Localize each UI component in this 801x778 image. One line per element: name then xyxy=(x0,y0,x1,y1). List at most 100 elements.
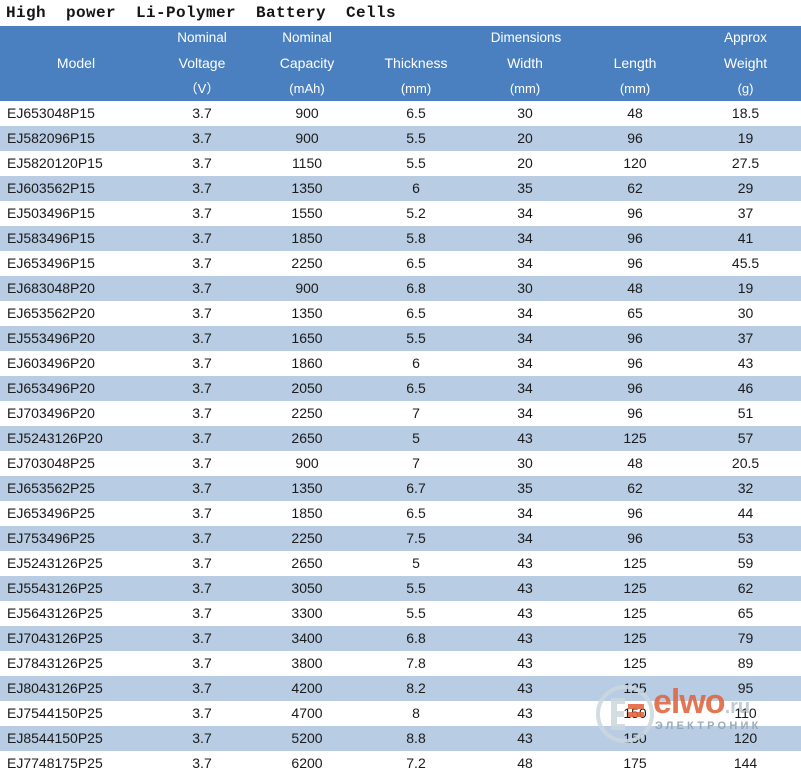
cell-model: EJ5243126P20 xyxy=(0,426,152,451)
cell-width: 34 xyxy=(470,376,580,401)
table-row: EJ5643126P253.733005.54312565 xyxy=(0,601,801,626)
table-row: EJ8544150P253.752008.843150120 xyxy=(0,726,801,751)
cell-model: EJ5543126P25 xyxy=(0,576,152,601)
cell-weight: 95 xyxy=(690,676,801,701)
cell-thickness: 8.8 xyxy=(362,726,470,751)
cell-length: 125 xyxy=(580,651,690,676)
cell-model: EJ653562P25 xyxy=(0,476,152,501)
cell-weight: 18.5 xyxy=(690,101,801,126)
header-unit-blank-model xyxy=(0,76,152,101)
cell-voltage: 3.7 xyxy=(152,501,252,526)
table-row: EJ582096P153.79005.5209619 xyxy=(0,126,801,151)
table-row: EJ753496P253.722507.5349653 xyxy=(0,526,801,551)
cell-thickness: 6.7 xyxy=(362,476,470,501)
cell-width: 43 xyxy=(470,651,580,676)
cell-width: 30 xyxy=(470,101,580,126)
cell-width: 34 xyxy=(470,201,580,226)
cell-length: 96 xyxy=(580,226,690,251)
cell-thickness: 6.8 xyxy=(362,626,470,651)
cell-weight: 32 xyxy=(690,476,801,501)
cell-length: 120 xyxy=(580,151,690,176)
page-root: High power Li-Polymer Battery Cells Nomi… xyxy=(0,0,801,778)
cell-thickness: 5.5 xyxy=(362,126,470,151)
cell-voltage: 3.7 xyxy=(152,351,252,376)
cell-width: 43 xyxy=(470,726,580,751)
cell-width: 48 xyxy=(470,751,580,776)
cell-model: EJ653048P15 xyxy=(0,101,152,126)
table-row: EJ503496P153.715505.2349637 xyxy=(0,201,801,226)
cell-model: EJ7843126P25 xyxy=(0,651,152,676)
cell-length: 175 xyxy=(580,751,690,776)
table-row: EJ653496P153.722506.5349645.5 xyxy=(0,251,801,276)
cell-width: 34 xyxy=(470,326,580,351)
cell-length: 65 xyxy=(580,301,690,326)
cell-length: 150 xyxy=(580,726,690,751)
table-row: EJ703048P253.79007304820.5 xyxy=(0,451,801,476)
cell-voltage: 3.7 xyxy=(152,626,252,651)
cell-thickness: 7.8 xyxy=(362,651,470,676)
cell-length: 125 xyxy=(580,601,690,626)
header-group-blank-model xyxy=(0,26,152,50)
cell-thickness: 8 xyxy=(362,701,470,726)
cell-thickness: 5.5 xyxy=(362,326,470,351)
cell-capacity: 1860 xyxy=(252,351,362,376)
cell-model: EJ7043126P25 xyxy=(0,626,152,651)
header-thickness: Thickness xyxy=(362,50,470,76)
table-row: EJ703496P203.722507349651 xyxy=(0,401,801,426)
header-unit-length: (mm) xyxy=(580,76,690,101)
cell-model: EJ603562P15 xyxy=(0,176,152,201)
table-header-group-row: Nominal Nominal Dimensions Approx xyxy=(0,26,801,50)
cell-weight: 29 xyxy=(690,176,801,201)
cell-thickness: 6.5 xyxy=(362,376,470,401)
cell-voltage: 3.7 xyxy=(152,251,252,276)
cell-capacity: 3050 xyxy=(252,576,362,601)
cell-capacity: 1550 xyxy=(252,201,362,226)
cell-capacity: 1350 xyxy=(252,476,362,501)
cell-voltage: 3.7 xyxy=(152,676,252,701)
cell-thickness: 8.2 xyxy=(362,676,470,701)
cell-model: EJ683048P20 xyxy=(0,276,152,301)
cell-thickness: 7 xyxy=(362,401,470,426)
cell-capacity: 3400 xyxy=(252,626,362,651)
cell-voltage: 3.7 xyxy=(152,476,252,501)
battery-spec-table: Nominal Nominal Dimensions Approx Model … xyxy=(0,26,801,776)
table-body: EJ653048P153.79006.5304818.5EJ582096P153… xyxy=(0,101,801,776)
table-header-main-row: Model Voltage Capacity Thickness Width L… xyxy=(0,50,801,76)
cell-width: 30 xyxy=(470,276,580,301)
cell-voltage: 3.7 xyxy=(152,101,252,126)
cell-weight: 65 xyxy=(690,601,801,626)
cell-voltage: 3.7 xyxy=(152,601,252,626)
table-row: EJ653496P203.720506.5349646 xyxy=(0,376,801,401)
cell-capacity: 5200 xyxy=(252,726,362,751)
cell-weight: 37 xyxy=(690,326,801,351)
cell-voltage: 3.7 xyxy=(152,526,252,551)
cell-length: 96 xyxy=(580,351,690,376)
header-unit-thickness: (mm) xyxy=(362,76,470,101)
cell-thickness: 6.8 xyxy=(362,276,470,301)
table-header: Nominal Nominal Dimensions Approx Model … xyxy=(0,26,801,101)
cell-capacity: 900 xyxy=(252,451,362,476)
table-row: EJ7544150P253.74700843150110 xyxy=(0,701,801,726)
table-row: EJ7043126P253.734006.84312579 xyxy=(0,626,801,651)
header-weight: Weight xyxy=(690,50,801,76)
cell-voltage: 3.7 xyxy=(152,301,252,326)
cell-model: EJ653562P20 xyxy=(0,301,152,326)
cell-width: 34 xyxy=(470,251,580,276)
cell-voltage: 3.7 xyxy=(152,751,252,776)
cell-length: 48 xyxy=(580,276,690,301)
cell-voltage: 3.7 xyxy=(152,126,252,151)
cell-capacity: 2650 xyxy=(252,551,362,576)
header-group-dimensions: Dimensions xyxy=(362,26,690,50)
cell-thickness: 6.5 xyxy=(362,251,470,276)
cell-width: 43 xyxy=(470,426,580,451)
cell-thickness: 5.2 xyxy=(362,201,470,226)
cell-model: EJ5820120P15 xyxy=(0,151,152,176)
cell-width: 34 xyxy=(470,401,580,426)
cell-thickness: 7.2 xyxy=(362,751,470,776)
cell-width: 34 xyxy=(470,351,580,376)
cell-width: 20 xyxy=(470,126,580,151)
cell-length: 125 xyxy=(580,676,690,701)
table-row: EJ7843126P253.738007.84312589 xyxy=(0,651,801,676)
cell-voltage: 3.7 xyxy=(152,176,252,201)
cell-weight: 53 xyxy=(690,526,801,551)
